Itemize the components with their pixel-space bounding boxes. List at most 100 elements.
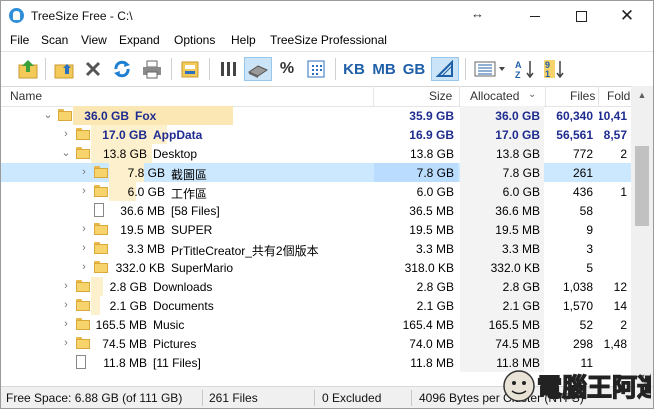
stop-icon[interactable] [81,57,105,81]
folder-tree: ⌄ 36.0 GB Fox 35.9 GB 36.0 GB 60,340 10,41 › 17.… [1,106,631,386]
row-size-label: 7.8 GB [127,166,165,180]
row-files: 261 [572,166,593,180]
menu-file[interactable]: File [10,33,29,47]
row-folders: 1,48 [603,337,627,351]
resize-arrows-icon: ↔ [471,6,484,21]
maximize-button[interactable] [558,1,604,31]
row-allocated: 13.8 GB [460,144,544,163]
tree-row[interactable]: › 74.5 MB Pictures 74.0 MB 74.5 MB 298 1,48 [1,334,631,353]
row-size-label: 165.5 MB [95,318,147,332]
chevron-down-icon[interactable]: ⌄ [43,109,53,121]
folder-icon [94,185,108,197]
kb-unit-icon[interactable]: KB [341,57,367,81]
scroll-thumb[interactable] [635,146,649,226]
column-name[interactable]: Name [10,89,42,103]
chevron-right-icon[interactable]: › [79,166,89,178]
row-files: 1,038 [562,280,593,294]
export-icon[interactable] [177,57,203,81]
row-folders: 2 [620,147,627,161]
chevron-right-icon[interactable]: › [79,261,89,273]
size-view-icon[interactable] [244,57,272,81]
svg-text:電腦王阿達: 電腦王阿達 [537,373,651,402]
sort-az-icon[interactable]: AZ [513,57,537,81]
window-title: TreeSize Free - C:\ [31,9,133,23]
row-size: 35.9 GB [409,109,454,123]
files-view-icon[interactable] [303,57,329,81]
minimize-button[interactable] [512,1,558,31]
folder-icon [76,147,90,159]
svg-text:1: 1 [545,69,550,79]
tree-row[interactable]: 36.6 MB [58 Files] 36.5 MB 36.6 MB 58 [1,201,631,220]
menu-expand[interactable]: Expand [119,33,160,47]
row-files: 9 [586,223,593,237]
treesize-window: TreeSize Free - C:\ ↔ ✕ File Scan View E… [0,0,654,409]
columns-icon[interactable] [471,57,509,81]
row-size: 318.0 KB [404,261,454,275]
vertical-scrollbar[interactable]: ▲ ▼ [631,86,653,386]
auto-unit-icon[interactable] [431,57,459,81]
scroll-up-icon[interactable]: ▲ [631,86,653,104]
row-allocated: 36.0 GB [460,106,544,125]
chevron-down-icon[interactable]: ⌄ [61,147,71,159]
tree-row[interactable]: ⌄ 13.8 GB Desktop 13.8 GB 13.8 GB 772 2 [1,144,631,163]
row-allocated: 2.8 GB [460,277,544,296]
sort-size-icon[interactable]: 91 [541,57,567,81]
select-drive-icon[interactable] [51,57,77,81]
row-folders: 1 [620,185,627,199]
mb-unit-icon[interactable]: MB [370,57,398,81]
tree-row[interactable]: › 3.3 MB PrTitleCreator_共有2個版本 3.3 MB 3.3 MB… [1,239,631,258]
menu-treesize-professional[interactable]: TreeSize Professional [270,33,387,47]
tree-row[interactable]: › 2.8 GB Downloads 2.8 GB 2.8 GB 1,038 12 [1,277,631,296]
tree-row[interactable]: › 17.0 GB AppData 16.9 GB 17.0 GB 56,561 8,57 [1,125,631,144]
row-size-label: 19.5 MB [120,223,165,237]
folder-icon [76,128,90,140]
row-name: SuperMario [171,261,234,275]
row-size-label: 74.5 MB [102,337,147,351]
row-folders: 10,41 [599,109,627,123]
status-free-space: Free Space: 6.88 GB (of 111 GB) [6,391,183,405]
tree-row[interactable]: ⌄ 36.0 GB Fox 35.9 GB 36.0 GB 60,340 10,41 [1,106,631,125]
row-folders [599,220,631,239]
row-files: 772 [572,147,593,161]
column-allocated[interactable]: Allocated [470,89,519,103]
tree-row[interactable]: › 6.0 GB 工作區 6.0 GB 6.0 GB 436 1 [1,182,631,201]
chevron-right-icon[interactable]: › [79,242,89,254]
menu-scan[interactable]: Scan [41,33,68,47]
chevron-right-icon[interactable]: › [79,185,89,197]
refresh-icon[interactable] [109,57,135,81]
percent-view-icon[interactable]: % [275,57,299,81]
sort-chevron-down-icon: ⌄ [528,89,537,100]
bar-view-icon[interactable] [215,57,241,81]
menu-options[interactable]: Options [174,33,215,47]
chevron-right-icon[interactable]: › [61,318,71,330]
column-size[interactable]: Size [429,89,452,103]
chevron-right-icon[interactable]: › [61,128,71,140]
column-files[interactable]: Files [570,89,595,103]
menu-view[interactable]: View [81,33,107,47]
tree-row[interactable]: › 165.5 MB Music 165.4 MB 165.5 MB 52 2 [1,315,631,334]
row-allocated: 19.5 MB [460,220,544,239]
folder-icon [58,109,72,121]
row-name: 工作區 [171,187,208,201]
chevron-right-icon[interactable]: › [61,299,71,311]
column-header: Name Size Allocated ⌄ Files Fold... [1,86,640,107]
tree-row[interactable]: › 2.1 GB Documents 2.1 GB 2.1 GB 1,570 14 [1,296,631,315]
menu-help[interactable]: Help [231,33,256,47]
app-icon [9,8,24,23]
row-size-label: 11.8 MB [103,356,147,370]
print-icon[interactable] [139,57,165,81]
chevron-right-icon[interactable]: › [61,280,71,292]
row-name: Desktop [153,147,198,161]
gb-unit-icon[interactable]: GB [401,57,427,81]
scan-folder-icon[interactable] [15,57,41,81]
row-files: 60,340 [556,109,593,123]
tree-row[interactable]: › 332.0 KB SuperMario 318.0 KB 332.0 KB 5 [1,258,631,277]
row-size-label: 6.0 GB [127,185,165,199]
chevron-right-icon[interactable]: › [61,337,71,349]
tree-row[interactable]: › 19.5 MB SUPER 19.5 MB 19.5 MB 9 [1,220,631,239]
chevron-right-icon[interactable]: › [79,223,89,235]
tree-row[interactable]: › 7.8 GB 截圖區 7.8 GB 7.8 GB 261 [1,163,631,182]
row-allocated: 7.8 GB [460,163,544,182]
folder-icon [76,337,90,349]
close-button[interactable]: ✕ [604,1,650,31]
